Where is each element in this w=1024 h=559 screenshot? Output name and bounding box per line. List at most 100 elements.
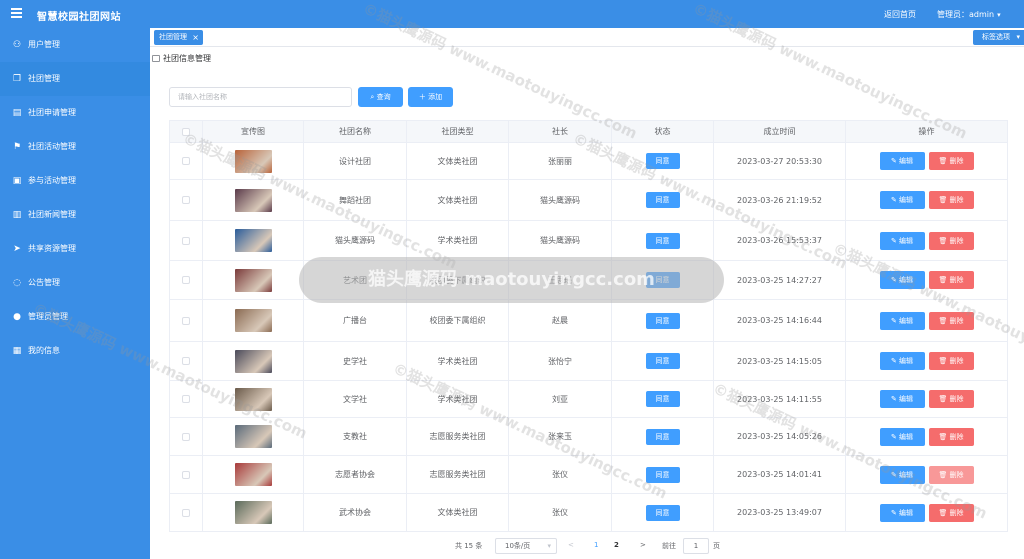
club-name-search-input[interactable] — [169, 87, 352, 107]
row-checkbox[interactable] — [182, 316, 190, 325]
row-checkbox[interactable] — [182, 508, 190, 517]
close-icon[interactable]: × — [192, 30, 199, 45]
copy-icon: ❐ — [12, 74, 22, 84]
edit-icon: ✎ — [890, 432, 900, 441]
edit-button[interactable]: ✎ 编辑 — [879, 231, 925, 250]
delete-button[interactable]: 🗑 删除 — [928, 352, 974, 370]
row-checkbox[interactable] — [182, 357, 190, 365]
sidebar-item-2[interactable]: ▤ 社团申请管理 — [0, 96, 150, 130]
sidebar-item-1[interactable]: ❐ 社团管理 — [0, 62, 150, 96]
row-checkbox[interactable] — [182, 196, 190, 204]
prev-page-button[interactable]: < — [568, 541, 574, 549]
status-approve-button[interactable]: 同意 — [645, 153, 680, 169]
header-image: 宣传图 — [202, 120, 304, 143]
actions-cell: ✎ 编辑 🗑 删除 — [845, 260, 1008, 300]
edit-button[interactable]: ✎ 编辑 — [879, 390, 925, 408]
row-checkbox[interactable] — [182, 157, 190, 165]
edit-button[interactable]: ✎ 编辑 — [879, 191, 925, 209]
delete-button[interactable]: 🗑 删除 — [928, 311, 974, 330]
created-time-cell: 2023-03-26 21:19:52 — [713, 179, 846, 221]
delete-label: 删除 — [949, 432, 964, 441]
chat-icon: ◌ — [13, 278, 21, 288]
status-approve-button[interactable]: 同意 — [645, 466, 680, 483]
club-name-cell: 广播台 — [303, 299, 407, 342]
status-approve-button[interactable]: 同意 — [645, 504, 680, 521]
club-type-cell: 文体类社团 — [406, 179, 509, 221]
row-checkbox[interactable] — [182, 395, 190, 403]
sidebar-item-8[interactable]: ● 管理员管理 — [0, 300, 150, 334]
table-row: 武术协会 文体类社团 张仪 同意 2023-03-25 13:49:07 ✎ 编辑 🗑 删除 — [169, 493, 1008, 532]
row-checkbox[interactable] — [182, 470, 190, 479]
actions-cell: ✎ 编辑 🗑 删除 — [845, 455, 1008, 494]
query-button[interactable]: ⌕ 查询 — [358, 87, 403, 107]
status-approve-button[interactable]: 同意 — [645, 232, 680, 249]
delete-button[interactable]: 🗑 删除 — [928, 152, 974, 170]
status-approve-button[interactable]: 同意 — [645, 428, 680, 445]
status-approve-button[interactable]: 同意 — [645, 192, 680, 208]
sidebar-item-7[interactable]: ◌ 公告管理 — [0, 266, 150, 300]
delete-button[interactable]: 🗑 删除 — [928, 191, 974, 209]
president-cell: 猫头鹰源码 — [508, 220, 612, 261]
tab-options-button[interactable]: 标签选项 ▾ — [973, 30, 1024, 45]
actions-cell: ✎ 编辑 🗑 删除 — [845, 493, 1008, 532]
actions-cell: ✎ 编辑 🗑 删除 — [845, 380, 1008, 418]
next-page-button[interactable]: > — [640, 541, 646, 549]
status-approve-button[interactable]: 同意 — [645, 312, 680, 329]
header-created: 成立时间 — [713, 120, 846, 143]
status-approve-button[interactable]: 同意 — [645, 272, 680, 288]
edit-button[interactable]: ✎ 编辑 — [879, 311, 925, 330]
image-cell — [202, 380, 304, 418]
edit-button[interactable]: ✎ 编辑 — [879, 427, 925, 446]
sidebar-item-6[interactable]: ➤ 共享资源管理 — [0, 232, 150, 266]
row-select-cell — [169, 220, 203, 261]
club-name-cell: 史学社 — [303, 341, 407, 381]
edit-label: 编辑 — [899, 196, 914, 204]
edit-button[interactable]: ✎ 编辑 — [879, 152, 925, 170]
edit-icon: ✎ — [890, 157, 900, 165]
club-promo-image — [234, 501, 272, 524]
row-select-cell — [169, 493, 203, 532]
created-time-cell: 2023-03-25 14:05:26 — [713, 417, 846, 456]
status-approve-button[interactable]: 同意 — [645, 391, 680, 407]
tab-club-management[interactable]: 社团管理 × — [154, 30, 203, 45]
goto-page-input[interactable] — [683, 538, 709, 554]
status-approve-button[interactable]: 同意 — [645, 353, 680, 369]
edit-button[interactable]: ✎ 编辑 — [879, 503, 925, 522]
hamburger-menu-icon[interactable] — [11, 8, 22, 18]
page-size-select[interactable]: 10条/页 ▾ — [495, 538, 557, 554]
delete-label: 删除 — [949, 316, 964, 325]
delete-button[interactable]: 🗑 删除 — [928, 271, 974, 289]
delete-label: 删除 — [949, 357, 964, 365]
edit-button[interactable]: ✎ 编辑 — [879, 271, 925, 289]
page-1-button[interactable]: 1 — [594, 541, 598, 549]
delete-button[interactable]: 🗑 删除 — [928, 465, 974, 484]
sidebar-item-9[interactable]: ▦ 我的信息 — [0, 334, 150, 368]
status-cell: 同意 — [611, 220, 714, 261]
edit-button[interactable]: ✎ 编辑 — [879, 465, 925, 484]
delete-button[interactable]: 🗑 删除 — [928, 427, 974, 446]
club-name-cell: 武术协会 — [303, 493, 407, 532]
edit-button[interactable]: ✎ 编辑 — [879, 352, 925, 370]
sidebar-item-0[interactable]: ⚇ 用户管理 — [0, 28, 150, 62]
table-header-row: 宣传图 社团名称 社团类型 社长 状态 成立时间 操作 — [169, 120, 1008, 143]
add-button[interactable]: ＋ 添加 — [408, 87, 453, 107]
row-checkbox[interactable] — [182, 236, 190, 245]
club-name-cell: 志愿者协会 — [303, 455, 407, 494]
delete-button[interactable]: 🗑 删除 — [928, 390, 974, 408]
row-checkbox[interactable] — [182, 432, 190, 441]
sidebar-item-4[interactable]: ▣ 参与活动管理 — [0, 164, 150, 198]
club-type-cell: 文体类社团 — [406, 142, 509, 180]
select-all-checkbox[interactable] — [182, 127, 190, 136]
status-cell: 同意 — [611, 179, 714, 221]
admin-dropdown[interactable]: 管理员：admin ▾ — [937, 9, 1001, 20]
delete-button[interactable]: 🗑 删除 — [928, 503, 974, 522]
delete-button[interactable]: 🗑 删除 — [928, 231, 974, 250]
row-checkbox[interactable] — [182, 276, 190, 284]
sidebar-item-3[interactable]: ⚑ 社团活动管理 — [0, 130, 150, 164]
page-2-button[interactable]: 2 — [614, 541, 619, 549]
back-home-link[interactable]: 返回首页 — [884, 9, 916, 20]
trash-icon: 🗑 — [938, 276, 950, 284]
sidebar-item-label: 管理员管理 — [28, 312, 68, 321]
sidebar-item-5[interactable]: ▥ 社团新闻管理 — [0, 198, 150, 232]
edit-label: 编辑 — [899, 316, 914, 325]
